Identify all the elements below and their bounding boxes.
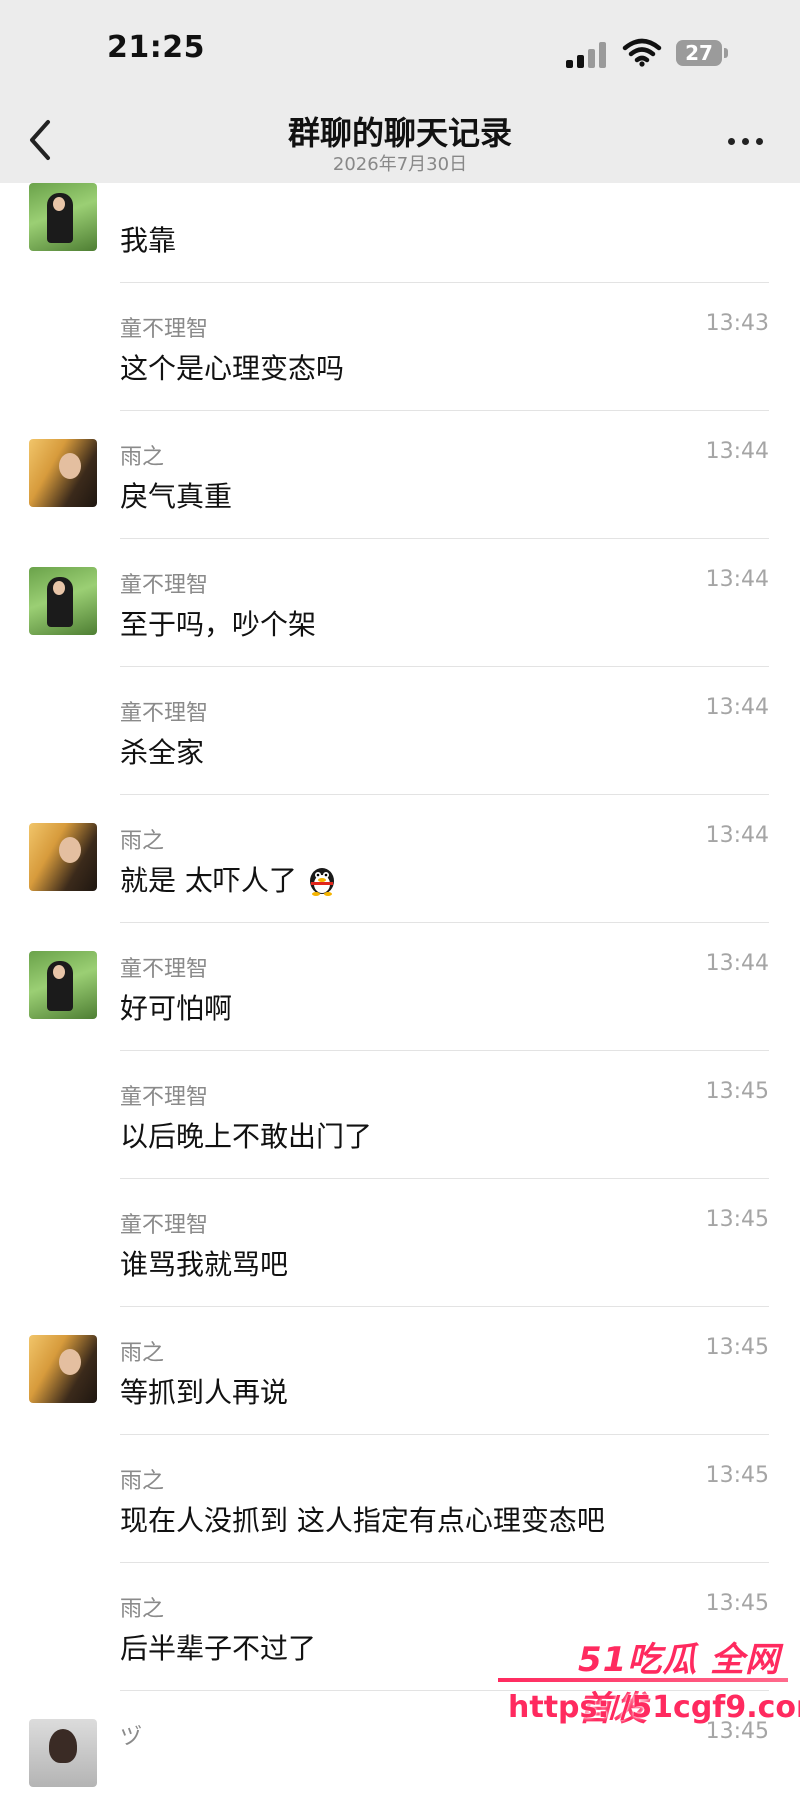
avatar[interactable]: [29, 183, 97, 251]
avatar[interactable]: [29, 951, 97, 1019]
sender-name: 童不理智: [120, 317, 209, 342]
sender-name: 童不理智: [120, 573, 209, 598]
message-list: 我靠 童不理智 13:43 这个是心理变态吗 雨之 13:44 戾气真重 童不理…: [0, 0, 800, 1787]
message-content: 现在人没抓到 这人指定有点心理变态吧: [120, 1504, 605, 1537]
penguin-emoji-icon: [309, 868, 334, 896]
sender-name: 童不理智: [120, 701, 209, 726]
avatar[interactable]: [29, 1719, 97, 1787]
message-item[interactable]: 童不理智 13:45 谁骂我就骂吧: [0, 1179, 800, 1307]
message-item[interactable]: 童不理智 13:44 至于吗，吵个架: [0, 539, 800, 667]
message-content: 谁骂我就骂吧: [120, 1248, 289, 1281]
message-time: 13:44: [705, 567, 769, 592]
sender-name: ヅ: [120, 1725, 143, 1750]
sender-name: 雨之: [120, 1341, 165, 1366]
message-content: 后半辈子不过了: [120, 1632, 317, 1665]
wifi-icon: [622, 38, 662, 67]
message-time: 13:45: [705, 1207, 769, 1232]
message-item[interactable]: 童不理智 13:43 这个是心理变态吗: [0, 283, 800, 411]
message-item[interactable]: 童不理智 13:45 以后晚上不敢出门了: [0, 1051, 800, 1179]
avatar[interactable]: [29, 567, 97, 635]
page-subtitle: 2026年7月30日: [332, 154, 468, 175]
message-item[interactable]: 雨之 13:45 等抓到人再说: [0, 1307, 800, 1435]
message-content: 这个是心理变态吗: [120, 352, 345, 385]
more-dots-icon[interactable]: [726, 126, 766, 156]
sender-name: 童不理智: [120, 1085, 209, 1110]
message-item[interactable]: 雨之 13:44 戾气真重: [0, 411, 800, 539]
watermark-bar: [498, 1678, 788, 1682]
sender-name: 雨之: [120, 1469, 165, 1494]
avatar[interactable]: [29, 823, 97, 891]
battery-tip: [724, 48, 728, 58]
message-time: 13:45: [705, 1335, 769, 1360]
message-content: 就是 太吓人了: [120, 859, 339, 899]
message-content: 好可怕啊: [120, 992, 233, 1025]
message-text: 就是 太吓人了: [120, 864, 297, 897]
page-title: 群聊的聊天记录: [287, 114, 512, 152]
message-time: 13:44: [705, 951, 769, 976]
sender-name: 雨之: [120, 445, 165, 470]
avatar[interactable]: [29, 439, 97, 507]
message-content: 至于吗，吵个架: [120, 608, 317, 641]
message-content: 以后晚上不敢出门了: [120, 1120, 373, 1153]
sender-name: 童不理智: [120, 957, 209, 982]
battery-icon: 27: [676, 40, 722, 66]
message-time: 13:45: [705, 1463, 769, 1488]
status-time: 21:25: [107, 30, 205, 65]
message-time: 13:44: [705, 695, 769, 720]
message-time: 13:45: [705, 1079, 769, 1104]
sender-name: 雨之: [120, 829, 165, 854]
message-item[interactable]: 雨之 13:45 现在人没抓到 这人指定有点心理变态吧: [0, 1435, 800, 1563]
sender-name: 雨之: [120, 1597, 165, 1622]
message-content: 戾气真重: [120, 480, 233, 513]
message-item[interactable]: 童不理智 13:44 杀全家: [0, 667, 800, 795]
signal-icon: [566, 40, 608, 68]
message-time: 13:44: [705, 823, 769, 848]
top-bar: 21:25 27 群聊的聊天记录 2026年7月30日: [0, 0, 800, 183]
message-item[interactable]: 雨之 13:44 就是 太吓人了: [0, 795, 800, 923]
message-content: 我靠: [120, 224, 177, 257]
watermark-url: https://51cgf9.com: [508, 1690, 800, 1725]
message-item[interactable]: 童不理智 13:44 好可怕啊: [0, 923, 800, 1051]
message-time: 13:43: [705, 311, 769, 336]
sender-name: 童不理智: [120, 1213, 209, 1238]
message-time: 13:45: [705, 1591, 769, 1616]
message-content: 杀全家: [120, 736, 205, 769]
message-content: 等抓到人再说: [120, 1376, 289, 1409]
avatar[interactable]: [29, 1335, 97, 1403]
message-time: 13:44: [705, 439, 769, 464]
